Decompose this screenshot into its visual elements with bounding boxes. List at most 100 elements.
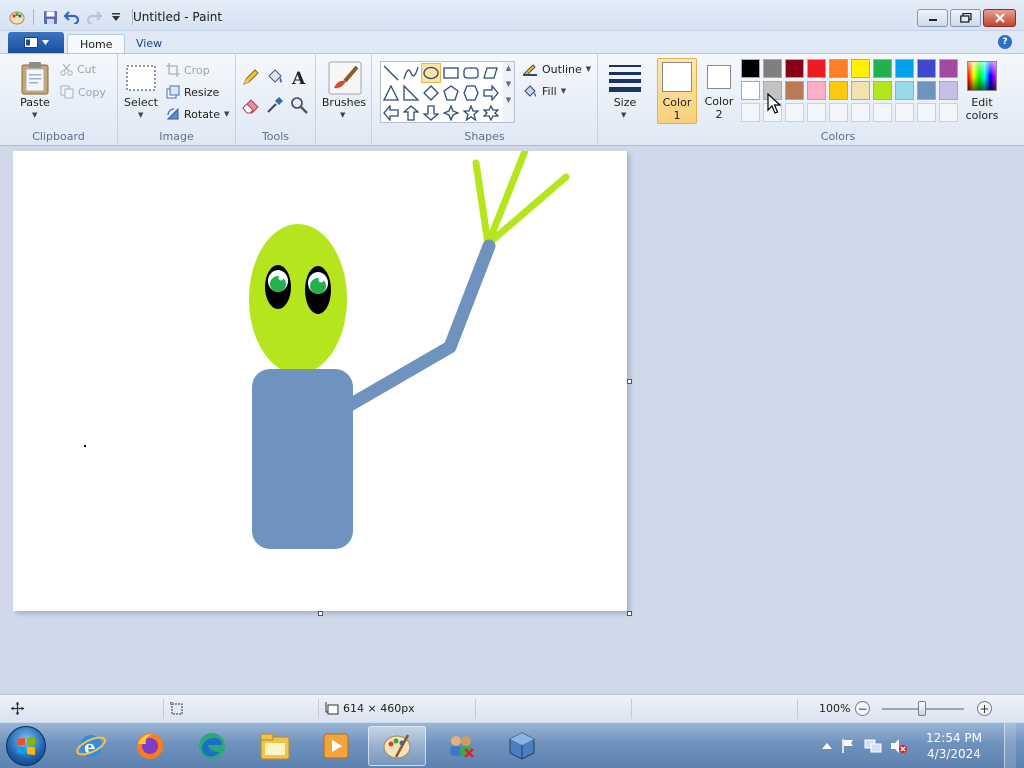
palette-swatch[interactable]: [873, 59, 892, 78]
save-icon[interactable]: [41, 8, 59, 26]
oval-shape-icon[interactable]: [421, 63, 441, 83]
diamond-shape-icon[interactable]: [421, 83, 441, 103]
scroll-up-icon[interactable]: ▲: [503, 64, 514, 72]
palette-empty-swatch[interactable]: [807, 103, 826, 122]
pencil-tool-icon[interactable]: [241, 67, 263, 89]
zoom-out-button[interactable]: −: [855, 701, 870, 716]
start-button[interactable]: [6, 726, 46, 766]
clock[interactable]: 12:54 PM 4/3/2024: [926, 730, 982, 762]
rounded-rectangle-shape-icon[interactable]: [461, 63, 481, 83]
palette-swatch[interactable]: [851, 59, 870, 78]
drawing-canvas[interactable]: [13, 147, 627, 611]
up-arrow-shape-icon[interactable]: [401, 103, 421, 123]
left-arrow-shape-icon[interactable]: [381, 103, 401, 123]
four-point-star-shape-icon[interactable]: [441, 103, 461, 123]
firefox-icon[interactable]: [121, 726, 179, 766]
line-shape-icon[interactable]: [381, 63, 401, 83]
volume-muted-icon[interactable]: [890, 738, 908, 754]
right-triangle-shape-icon[interactable]: [401, 83, 421, 103]
palette-swatch[interactable]: [785, 81, 804, 100]
palette-swatch[interactable]: [763, 59, 782, 78]
right-arrow-shape-icon[interactable]: [481, 83, 501, 103]
brushes-button[interactable]: Brushes ▼: [320, 61, 370, 123]
resize-button[interactable]: Resize: [166, 85, 219, 99]
scroll-down-icon[interactable]: ▼: [503, 80, 514, 88]
media-player-icon[interactable]: [307, 726, 365, 766]
palette-swatch[interactable]: [829, 81, 848, 100]
zoom-slider-thumb[interactable]: [918, 701, 926, 716]
shapes-scrollbar[interactable]: ▲ ▼ ▼: [503, 61, 515, 123]
magnifier-icon[interactable]: [289, 95, 311, 117]
rectangle-shape-icon[interactable]: [441, 63, 461, 83]
color2-button[interactable]: Color 2: [699, 58, 739, 124]
palette-empty-swatch[interactable]: [939, 103, 958, 122]
close-button[interactable]: [983, 9, 1016, 27]
palette-empty-swatch[interactable]: [785, 103, 804, 122]
rotate-button[interactable]: Rotate ▼: [166, 107, 229, 121]
tab-view[interactable]: View: [124, 34, 174, 53]
size-button[interactable]: Size ▼: [602, 61, 648, 123]
customize-qat-icon[interactable]: [107, 8, 125, 26]
maximize-button[interactable]: [950, 9, 981, 27]
palette-empty-swatch[interactable]: [873, 103, 892, 122]
outline-button[interactable]: Outline ▼: [522, 62, 591, 76]
action-center-flag-icon[interactable]: [840, 738, 856, 754]
palette-empty-swatch[interactable]: [829, 103, 848, 122]
palette-swatch[interactable]: [917, 81, 936, 100]
show-hidden-icons-icon[interactable]: [822, 742, 832, 750]
curve-shape-icon[interactable]: [401, 63, 421, 83]
palette-empty-swatch[interactable]: [895, 103, 914, 122]
palette-swatch[interactable]: [895, 59, 914, 78]
select-button[interactable]: Select ▼: [122, 61, 160, 121]
pentagon-shape-icon[interactable]: [441, 83, 461, 103]
palette-swatch[interactable]: [741, 59, 760, 78]
palette-swatch[interactable]: [851, 81, 870, 100]
palette-empty-swatch[interactable]: [741, 103, 760, 122]
five-point-star-shape-icon[interactable]: [461, 103, 481, 123]
expand-gallery-icon[interactable]: ▼: [503, 96, 514, 104]
palette-swatch[interactable]: [939, 59, 958, 78]
network-users-icon[interactable]: [432, 726, 490, 766]
file-explorer-icon[interactable]: [246, 726, 304, 766]
text-tool-icon[interactable]: A: [289, 67, 311, 89]
minimize-button[interactable]: [917, 9, 948, 27]
palette-swatch[interactable]: [807, 81, 826, 100]
palette-swatch[interactable]: [939, 81, 958, 100]
palette-swatch[interactable]: [785, 59, 804, 78]
six-point-star-shape-icon[interactable]: [481, 103, 501, 123]
palette-swatch[interactable]: [917, 59, 936, 78]
triangle-shape-icon[interactable]: [381, 83, 401, 103]
tab-home[interactable]: Home: [67, 34, 126, 53]
palette-swatch[interactable]: [741, 81, 760, 100]
resize-handle-bottom[interactable]: [318, 611, 323, 616]
paint-app-icon[interactable]: [8, 8, 26, 26]
color1-button[interactable]: Color 1: [657, 58, 697, 124]
resize-handle-right[interactable]: [627, 379, 632, 384]
virtualbox-icon[interactable]: [493, 726, 551, 766]
internet-explorer-icon[interactable]: e: [62, 726, 120, 766]
show-desktop-button[interactable]: [1004, 723, 1016, 768]
paste-button[interactable]: Paste ▼: [18, 61, 52, 121]
down-arrow-shape-icon[interactable]: [421, 103, 441, 123]
palette-swatch[interactable]: [873, 81, 892, 100]
palette-swatch[interactable]: [829, 59, 848, 78]
resize-handle-corner[interactable]: [627, 611, 632, 616]
paint-icon[interactable]: [368, 726, 426, 766]
zoom-in-button[interactable]: +: [977, 701, 992, 716]
network-icon[interactable]: [864, 738, 882, 754]
fill-bucket-icon[interactable]: [265, 67, 287, 89]
help-icon[interactable]: ?: [998, 35, 1012, 49]
palette-empty-swatch[interactable]: [917, 103, 936, 122]
edit-colors-button[interactable]: Edit colors: [961, 61, 1003, 123]
eraser-icon[interactable]: [241, 95, 263, 117]
palette-empty-swatch[interactable]: [851, 103, 870, 122]
fill-button[interactable]: Fill ▼: [522, 84, 566, 98]
paint-menu-button[interactable]: [8, 32, 64, 53]
edge-icon[interactable]: [183, 726, 241, 766]
color-picker-icon[interactable]: [265, 95, 287, 117]
palette-swatch[interactable]: [895, 81, 914, 100]
polygon-shape-icon[interactable]: [481, 63, 501, 83]
hexagon-shape-icon[interactable]: [461, 83, 481, 103]
undo-icon[interactable]: [63, 8, 81, 26]
palette-swatch[interactable]: [807, 59, 826, 78]
